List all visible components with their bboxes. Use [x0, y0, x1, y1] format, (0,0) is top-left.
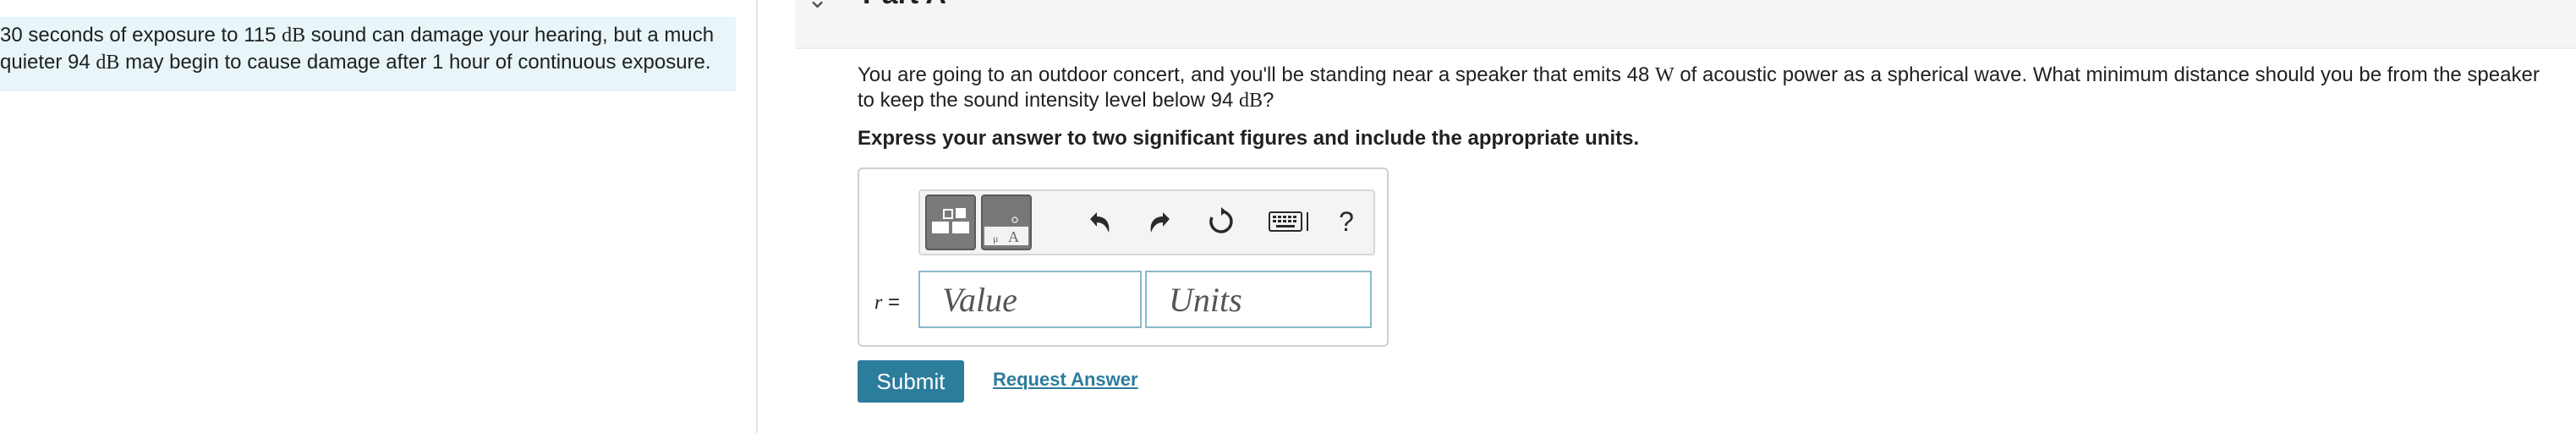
answer-variable: r: [874, 292, 883, 314]
units-input[interactable]: [1147, 272, 1370, 326]
instruction-text: Express your answer to two significant f…: [858, 127, 1640, 150]
unit-db: dB: [96, 52, 120, 74]
answer-box: A μ ? r =: [858, 167, 1389, 347]
request-answer-link[interactable]: Request Answer: [993, 369, 1138, 391]
templates-icon[interactable]: [925, 195, 976, 250]
undo-icon[interactable]: [1081, 205, 1118, 238]
units-field: [1145, 271, 1372, 328]
help-icon[interactable]: ?: [1328, 205, 1365, 238]
question-text: You are going to an outdoor concert, and…: [858, 63, 2540, 112]
answer-label: r =: [874, 291, 901, 314]
unit-w: W: [1655, 64, 1674, 86]
svg-text:μ: μ: [993, 233, 998, 244]
unit-db: dB: [1238, 90, 1263, 112]
unit-db: dB: [282, 25, 306, 47]
svg-text:A: A: [1008, 228, 1019, 245]
part-title: Part A: [863, 0, 946, 11]
value-field: [918, 271, 1142, 328]
keyboard-icon[interactable]: [1267, 205, 1314, 238]
redo-icon[interactable]: [1142, 205, 1179, 238]
info-panel: 30 seconds of exposure to 115 dB sound c…: [0, 17, 736, 91]
chevron-down-icon[interactable]: ⌄: [807, 0, 828, 14]
submit-button[interactable]: Submit: [858, 360, 964, 403]
part-header[interactable]: ⌄ Part A: [795, 0, 2576, 49]
math-toolbar: A μ ?: [918, 189, 1375, 255]
reset-icon[interactable]: [1203, 205, 1240, 238]
special-chars-icon[interactable]: A μ: [981, 195, 1032, 250]
column-divider: [756, 0, 758, 433]
info-line-2: quieter 94 dB may begin to cause damage …: [0, 51, 711, 74]
value-input[interactable]: [920, 272, 1140, 326]
info-line-1: 30 seconds of exposure to 115 dB sound c…: [0, 24, 715, 47]
